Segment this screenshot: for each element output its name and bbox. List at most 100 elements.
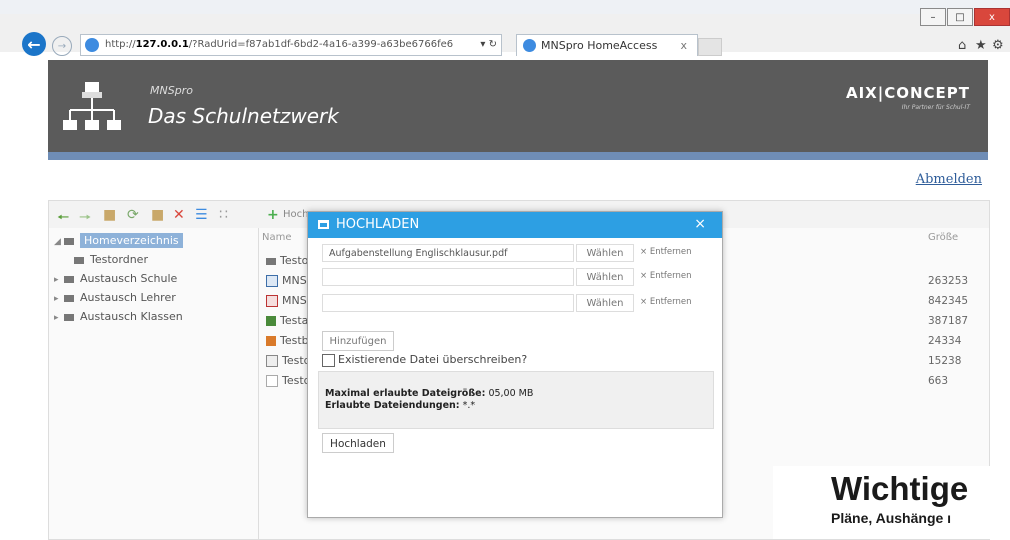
file-input[interactable]: Aufgabenstellung Englischklausur.pdf	[322, 244, 574, 262]
file-row[interactable]: Testd	[266, 354, 311, 367]
folder-icon	[64, 275, 74, 283]
forward-button[interactable]: →	[52, 36, 72, 56]
file-size: 387187	[928, 315, 969, 327]
overwrite-option[interactable]: Existierende Datei überschreiben?	[322, 353, 527, 367]
ie-favicon-icon	[523, 39, 536, 52]
address-url: http://127.0.0.1/?RadUrid=f87ab1df-6bd2-…	[105, 39, 454, 50]
upload-toolbar-button[interactable]: Hoch	[283, 209, 308, 220]
network-logo-icon	[63, 82, 121, 130]
dialog-header: HOCHLADEN ×	[308, 212, 722, 238]
generic-file-icon	[266, 375, 278, 387]
back-button[interactable]: ←	[22, 32, 46, 56]
file-size: 842345	[928, 295, 969, 307]
close-window-button[interactable]: x	[974, 8, 1010, 26]
pdf-file-icon	[266, 295, 278, 307]
folder-icon	[64, 294, 74, 302]
expand-arrow-icon[interactable]: ▸	[54, 294, 64, 304]
dialog-close-button[interactable]: ×	[694, 216, 706, 232]
file-name: Testo	[280, 254, 309, 267]
partner-logo: AIX|CONCEPT	[845, 84, 970, 102]
expand-arrow-icon[interactable]: ◢	[54, 237, 64, 247]
star-icon[interactable]: ★	[975, 38, 987, 53]
file-name: Testb	[280, 334, 309, 347]
maximize-button[interactable]: □	[947, 8, 973, 26]
file-name: MNS	[282, 274, 307, 287]
file-row[interactable]: Testd	[266, 374, 311, 387]
list-view-icon[interactable]: ☰	[195, 207, 208, 223]
extensions-line: Erlaubte Dateiendungen: *.*	[325, 400, 476, 411]
logout-link[interactable]: Abmelden	[916, 172, 982, 187]
remove-file-button[interactable]: × Entfernen	[640, 247, 692, 257]
tree-item-testordner[interactable]: Testordner	[74, 253, 148, 266]
upload-limits-info: Maximal erlaubte Dateigröße: 05,00 MB Er…	[318, 371, 714, 429]
file-name: Testa	[280, 314, 309, 327]
address-tools[interactable]: ▾ ↻	[480, 35, 497, 55]
promo-overlay: Wichtige Pläne, Aushänge ı	[773, 466, 1010, 539]
folder-tree: ◢ Homeverzeichnis Testordner ▸ Austausch S…	[48, 228, 259, 539]
file-row[interactable]: MNS	[266, 274, 307, 287]
file-size: 15238	[928, 355, 962, 367]
overwrite-checkbox[interactable]	[322, 353, 335, 367]
expand-arrow-icon[interactable]: ▸	[54, 313, 64, 323]
choose-file-button[interactable]: Wählen	[576, 268, 634, 286]
file-row[interactable]: Testa	[266, 314, 308, 327]
choose-file-button[interactable]: Wählen	[576, 244, 634, 262]
refresh-icon[interactable]: ⟳	[127, 207, 139, 223]
tab-close-button[interactable]: x	[680, 35, 687, 57]
browser-tab[interactable]: MNSpro HomeAccess x	[516, 34, 698, 57]
delete-icon[interactable]: ✕	[173, 207, 185, 223]
file-input[interactable]	[322, 268, 574, 286]
file-row[interactable]: Testo	[266, 254, 308, 267]
minimize-button[interactable]: –	[920, 8, 946, 26]
ie-favicon-icon	[85, 38, 99, 52]
choose-file-button[interactable]: Wählen	[576, 294, 634, 312]
file-slot: Wählen × Entfernen	[322, 268, 716, 286]
upload-plus-icon[interactable]: +	[267, 207, 279, 223]
file-slot: Aufgabenstellung Englischklausur.pdf Wäh…	[322, 244, 716, 262]
product-name: Das Schulnetzwerk	[148, 104, 339, 128]
tree-item-label: Homeverzeichnis	[80, 233, 183, 248]
file-name: MNS	[282, 294, 307, 307]
column-name-header[interactable]: Name	[262, 232, 292, 243]
tree-item-austausch-klassen[interactable]: ▸ Austausch Klassen	[54, 310, 183, 323]
promo-subline: Pläne, Aushänge ı	[831, 510, 952, 526]
arrow-right-icon: →	[57, 40, 67, 52]
image-file-icon	[266, 336, 276, 346]
overwrite-label: Existierende Datei überschreiben?	[338, 353, 528, 366]
word-file-icon	[266, 275, 278, 287]
file-row[interactable]: Testb	[266, 334, 309, 347]
file-size: 263253	[928, 275, 969, 287]
file-slot: Wählen × Entfernen	[322, 294, 716, 312]
new-folder-icon[interactable]: ■	[151, 207, 164, 223]
folder-icon	[64, 313, 74, 321]
remove-file-button[interactable]: × Entfernen	[640, 297, 692, 307]
file-size: 663	[928, 375, 949, 387]
promo-headline: Wichtige	[831, 470, 969, 507]
tree-item-austausch-schule[interactable]: ▸ Austausch Schule	[54, 272, 177, 285]
new-tab-button[interactable]	[698, 38, 722, 56]
expand-arrow-icon[interactable]: ▸	[54, 275, 64, 285]
file-input[interactable]	[322, 294, 574, 312]
header-stripe	[48, 152, 988, 160]
upload-button[interactable]: Hochladen	[322, 433, 394, 453]
partner-tagline: Ihr Partner für Schul-IT	[901, 104, 970, 111]
address-bar[interactable]: http://127.0.0.1/?RadUrid=f87ab1df-6bd2-…	[80, 34, 502, 56]
folder-up-icon[interactable]: ■	[103, 207, 116, 223]
home-icon[interactable]: ⌂	[958, 38, 966, 53]
column-size-header[interactable]: Größe	[928, 232, 958, 243]
tree-item-austausch-lehrer[interactable]: ▸ Austausch Lehrer	[54, 291, 176, 304]
spreadsheet-file-icon	[266, 316, 276, 326]
folder-icon	[64, 237, 74, 245]
product-name-small: MNSpro	[150, 84, 193, 97]
tree-item-label: Austausch Schule	[80, 272, 178, 285]
remove-file-button[interactable]: × Entfernen	[640, 271, 692, 281]
grid-view-icon[interactable]: ∷	[219, 207, 228, 223]
text-file-icon	[266, 355, 278, 367]
tree-item-label: Austausch Lehrer	[80, 291, 176, 304]
gear-icon[interactable]: ⚙	[992, 38, 1004, 53]
add-file-button[interactable]: Hinzufügen	[322, 331, 394, 351]
window-controls: – □ x	[919, 8, 1010, 26]
tree-item-homeverzeichnis[interactable]: ◢ Homeverzeichnis	[54, 233, 183, 248]
dialog-title: HOCHLADEN	[336, 217, 420, 232]
file-row[interactable]: MNS	[266, 294, 307, 307]
